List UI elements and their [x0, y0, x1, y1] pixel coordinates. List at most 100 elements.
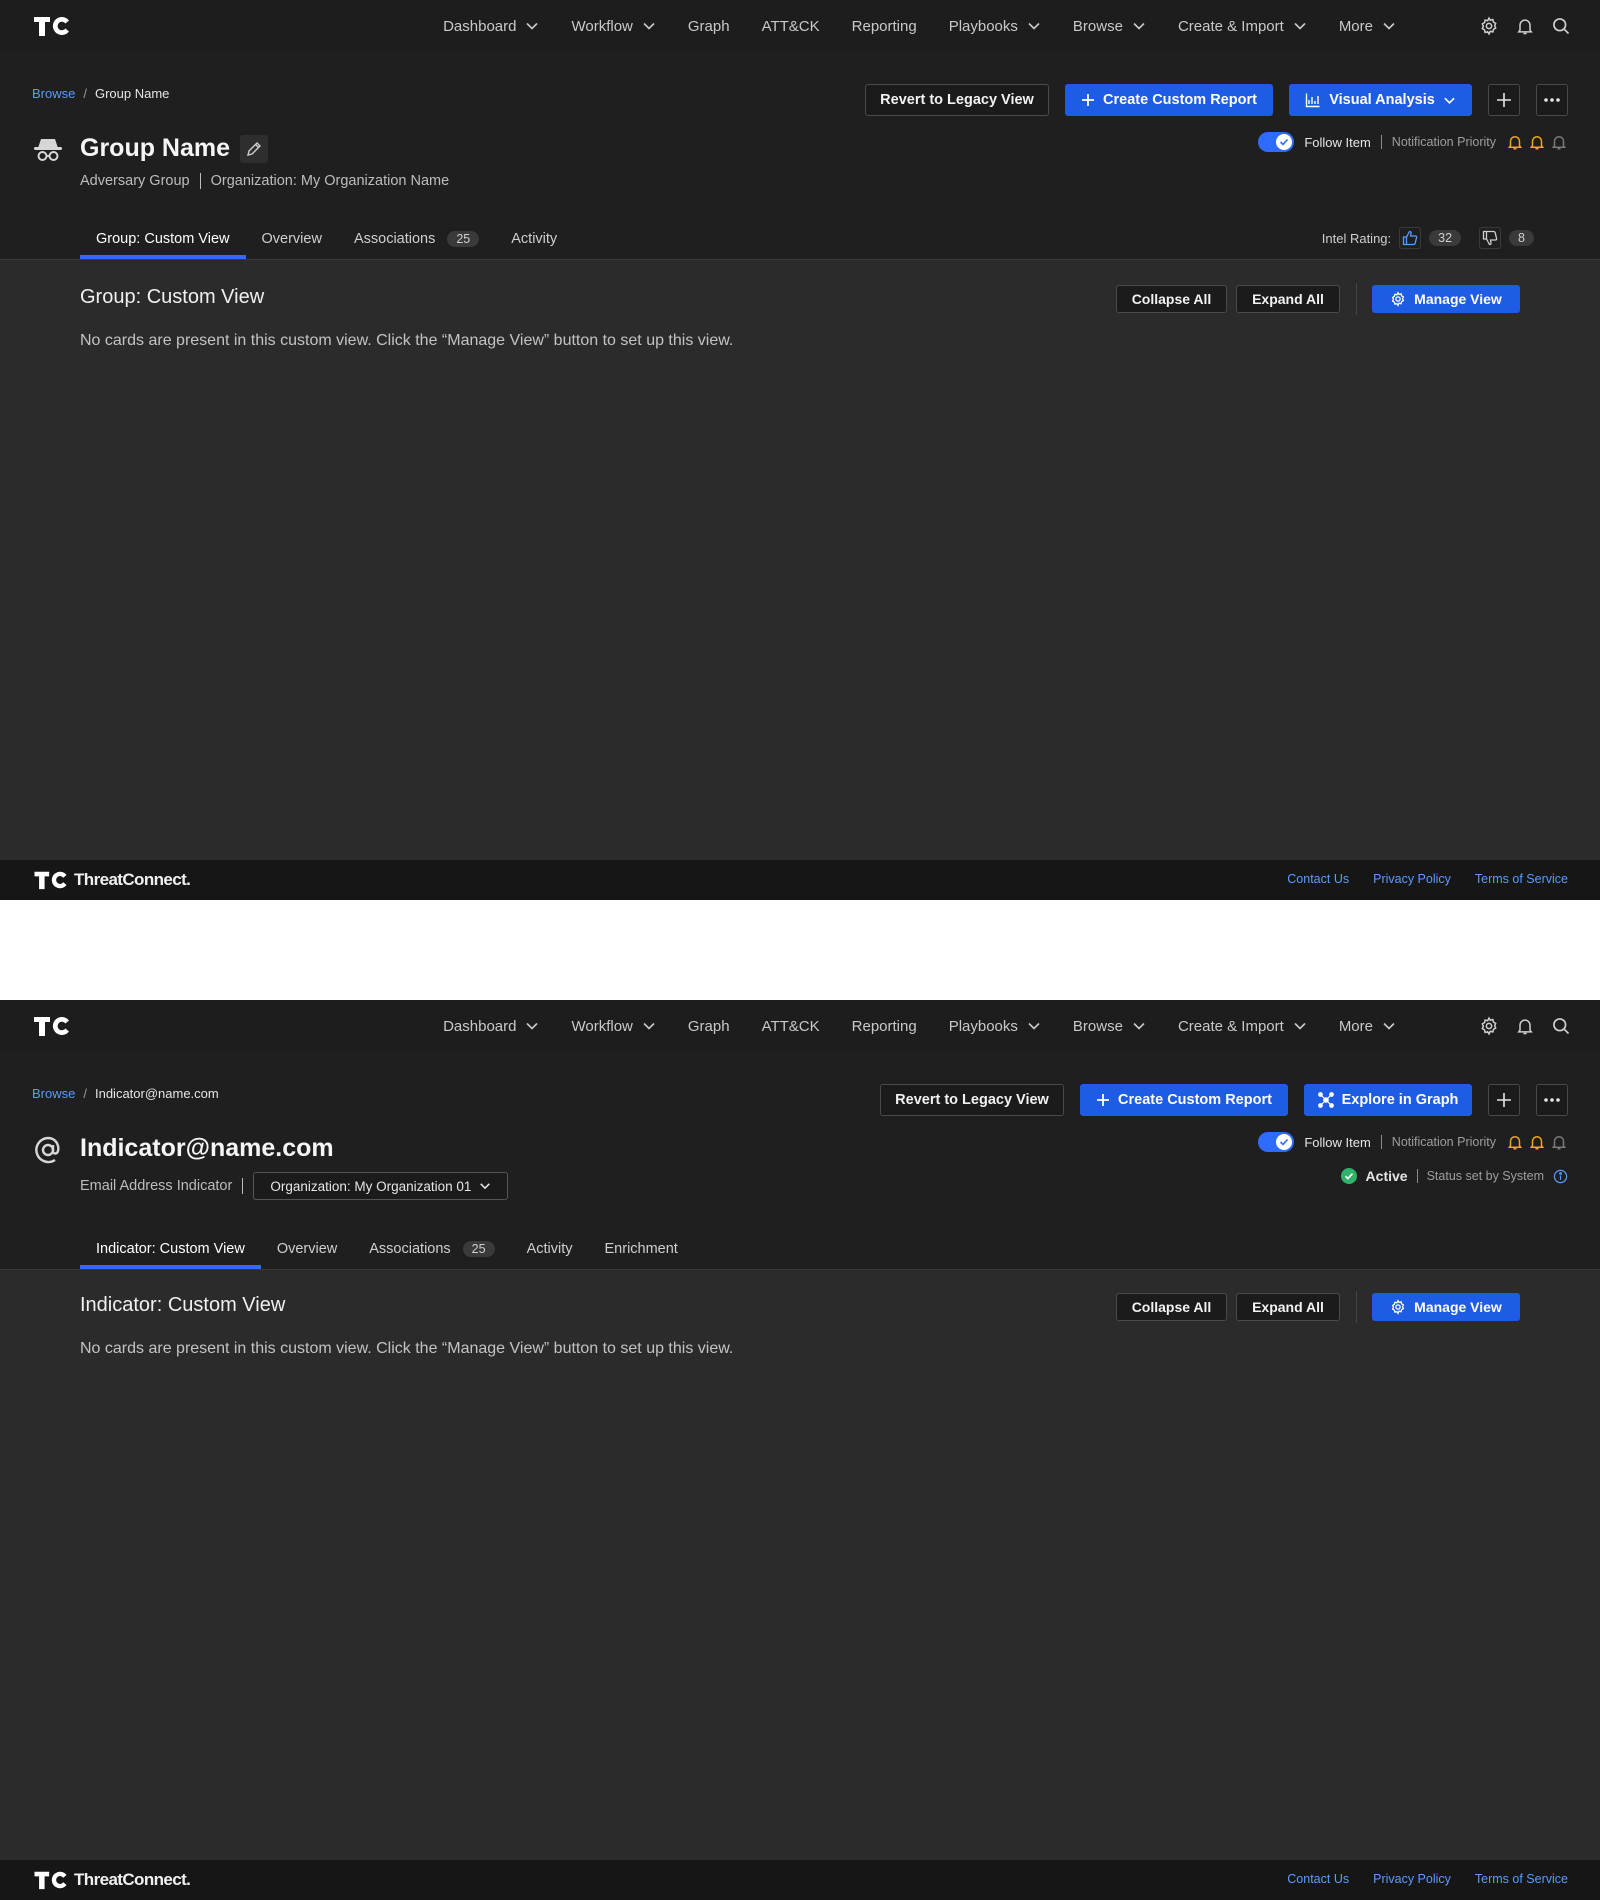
- bell-icon[interactable]: [1550, 133, 1568, 151]
- breadcrumb-browse-link[interactable]: Browse: [32, 1086, 75, 1101]
- breadcrumb: Browse / Indicator@name.com: [32, 1086, 219, 1101]
- privacy-policy-link[interactable]: Privacy Policy: [1373, 872, 1451, 886]
- thumbs-down-button[interactable]: [1479, 227, 1502, 249]
- bell-icon[interactable]: [1550, 1133, 1568, 1151]
- tab-associations[interactable]: Associations 25: [338, 219, 495, 259]
- add-button[interactable]: [1488, 1084, 1520, 1116]
- divider: [1380, 135, 1382, 149]
- nav-browse[interactable]: Browse: [1057, 0, 1162, 52]
- edit-title-button[interactable]: [240, 135, 268, 163]
- spy-icon: [32, 134, 64, 166]
- tab-overview[interactable]: Overview: [261, 1229, 353, 1269]
- privacy-policy-link[interactable]: Privacy Policy: [1373, 1872, 1451, 1886]
- nav-label: Workflow: [571, 17, 633, 35]
- visual-analysis-dropdown-button[interactable]: Visual Analysis: [1289, 84, 1472, 116]
- bell-icon[interactable]: [1528, 1133, 1546, 1151]
- nav-browse[interactable]: Browse: [1057, 1000, 1162, 1052]
- footer-logo[interactable]: ThreatConnect.: [32, 1869, 191, 1891]
- more-options-button[interactable]: [1536, 1084, 1568, 1116]
- organization-dropdown[interactable]: Organization: My Organization 01: [253, 1172, 509, 1200]
- revert-legacy-view-button[interactable]: Revert to Legacy View: [865, 84, 1049, 116]
- manage-view-button[interactable]: Manage View: [1372, 285, 1520, 313]
- create-custom-report-button[interactable]: Create Custom Report: [1080, 1084, 1288, 1116]
- button-label: Collapse All: [1131, 1299, 1212, 1315]
- tab-enrichment[interactable]: Enrichment: [589, 1229, 694, 1269]
- button-label: Expand All: [1252, 1299, 1324, 1315]
- tab-label: Group: Custom View: [96, 231, 230, 247]
- expand-all-button[interactable]: Expand All: [1236, 285, 1340, 313]
- nav-reporting[interactable]: Reporting: [836, 1000, 933, 1052]
- nav-attack[interactable]: ATT&CK: [746, 0, 836, 52]
- tab-activity[interactable]: Activity: [511, 1229, 589, 1269]
- associations-count-badge: 25: [447, 231, 480, 247]
- nav-reporting[interactable]: Reporting: [836, 0, 933, 52]
- search-icon[interactable]: [1550, 1015, 1572, 1037]
- page-title: Indicator@name.com: [80, 1134, 334, 1162]
- nav-create-import[interactable]: Create & Import: [1162, 1000, 1323, 1052]
- nav-playbooks[interactable]: Playbooks: [933, 1000, 1057, 1052]
- threatconnect-logo-icon[interactable]: [32, 14, 72, 38]
- nav-dashboard[interactable]: Dashboard: [427, 1000, 555, 1052]
- collapse-all-button[interactable]: Collapse All: [1116, 1293, 1227, 1321]
- gear-icon: [1391, 291, 1405, 307]
- contact-us-link[interactable]: Contact Us: [1287, 872, 1349, 886]
- footer: ThreatConnect. Contact Us Privacy Policy…: [0, 860, 1600, 900]
- nav-graph[interactable]: Graph: [672, 0, 746, 52]
- nav-label: More: [1338, 1017, 1373, 1035]
- more-options-button[interactable]: [1536, 84, 1568, 116]
- breadcrumb-browse-link[interactable]: Browse: [32, 86, 75, 101]
- associations-count-badge: 25: [462, 1241, 495, 1257]
- threatconnect-logo-icon[interactable]: [32, 1014, 72, 1038]
- revert-legacy-view-button[interactable]: Revert to Legacy View: [880, 1084, 1064, 1116]
- info-icon[interactable]: [1553, 1169, 1568, 1184]
- bell-icon[interactable]: [1514, 1015, 1536, 1037]
- gear-icon[interactable]: [1478, 15, 1500, 37]
- status-label: Active: [1365, 1168, 1408, 1184]
- ellipsis-icon: [1544, 98, 1560, 102]
- expand-all-button[interactable]: Expand All: [1236, 1293, 1340, 1321]
- bell-icon[interactable]: [1506, 133, 1524, 151]
- gear-icon[interactable]: [1478, 1015, 1500, 1037]
- terms-of-service-link[interactable]: Terms of Service: [1475, 872, 1568, 886]
- tab-label: Activity: [511, 231, 558, 247]
- tab-custom-view[interactable]: Group: Custom View: [80, 219, 246, 259]
- tab-associations[interactable]: Associations 25: [353, 1229, 510, 1269]
- collapse-all-button[interactable]: Collapse All: [1116, 285, 1227, 313]
- terms-of-service-link[interactable]: Terms of Service: [1475, 1872, 1568, 1886]
- nav-dashboard[interactable]: Dashboard: [427, 0, 555, 52]
- chevron-down-icon: [1294, 1022, 1306, 1030]
- manage-view-button[interactable]: Manage View: [1372, 1293, 1520, 1321]
- follow-item-toggle[interactable]: [1258, 132, 1295, 152]
- tab-activity[interactable]: Activity: [495, 219, 573, 259]
- item-header: Browse / Indicator@name.com Revert to Le…: [0, 1052, 1600, 1270]
- nav-graph[interactable]: Graph: [672, 1000, 746, 1052]
- thumbs-down-icon: [1482, 230, 1498, 246]
- search-icon[interactable]: [1550, 15, 1572, 37]
- add-button[interactable]: [1488, 84, 1520, 116]
- item-subtitle: Adversary Group Organization: My Organiz…: [80, 173, 449, 189]
- explore-in-graph-button[interactable]: Explore in Graph: [1304, 1084, 1472, 1116]
- nav-attack[interactable]: ATT&CK: [746, 1000, 836, 1052]
- top-navigation-bar: Dashboard Workflow Graph ATT&CK Reportin…: [0, 1000, 1600, 1052]
- footer-logo[interactable]: ThreatConnect.: [32, 869, 191, 891]
- tab-overview[interactable]: Overview: [246, 219, 338, 259]
- follow-item-toggle[interactable]: [1258, 1132, 1295, 1152]
- button-label: Collapse All: [1131, 291, 1212, 307]
- bell-icon[interactable]: [1506, 1133, 1524, 1151]
- breadcrumb-current: Indicator@name.com: [94, 1086, 219, 1101]
- nav-playbooks[interactable]: Playbooks: [933, 0, 1057, 52]
- bell-icon[interactable]: [1528, 133, 1546, 151]
- nav-more[interactable]: More: [1323, 1000, 1412, 1052]
- nav-create-import[interactable]: Create & Import: [1162, 0, 1323, 52]
- threatconnect-logo-icon: [34, 1871, 67, 1890]
- nav-workflow[interactable]: Workflow: [555, 0, 671, 52]
- nav-more[interactable]: More: [1323, 0, 1412, 52]
- organization-name: Organization: My Organization 01: [270, 1178, 472, 1194]
- bell-icon[interactable]: [1514, 15, 1536, 37]
- tab-custom-view[interactable]: Indicator: Custom View: [80, 1229, 261, 1269]
- notification-priority-label: Notification Priority: [1391, 135, 1496, 149]
- nav-workflow[interactable]: Workflow: [555, 1000, 671, 1052]
- create-custom-report-button[interactable]: Create Custom Report: [1065, 84, 1273, 116]
- thumbs-up-button[interactable]: [1399, 227, 1422, 249]
- contact-us-link[interactable]: Contact Us: [1287, 1872, 1349, 1886]
